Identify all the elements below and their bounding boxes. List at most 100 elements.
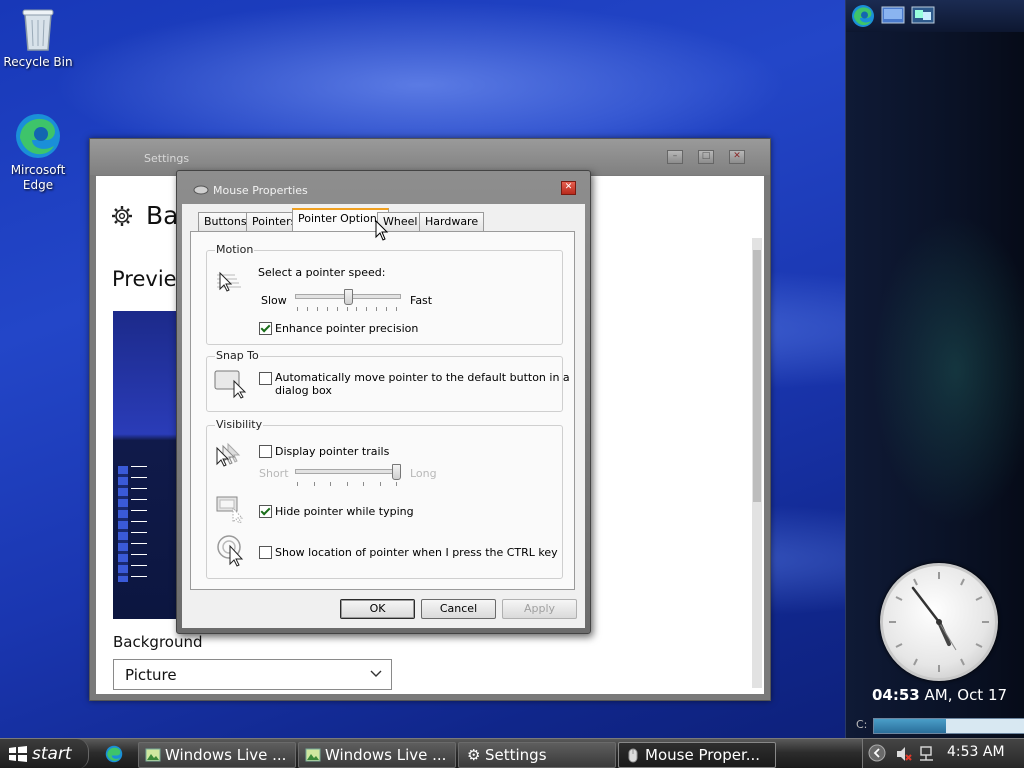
scrollbar-thumb[interactable]	[753, 250, 761, 502]
switch-windows-icon[interactable]	[911, 6, 935, 24]
taskbar-item-label: Windows Live ...	[165, 746, 287, 764]
volume-muted-icon[interactable]	[895, 745, 913, 763]
pointer-location-icon	[217, 535, 244, 567]
taskbar-clock[interactable]: 4:53 AM	[947, 744, 1005, 760]
maximize-button[interactable]: □	[698, 150, 714, 164]
slider-tick	[396, 307, 397, 311]
settings-window-title: Settings	[144, 152, 190, 165]
clock-time: 04:53	[872, 686, 920, 704]
windows-logo-icon	[9, 746, 27, 762]
mouse-icon	[193, 185, 209, 195]
analog-clock-gadget[interactable]	[880, 563, 998, 681]
speed-slow-label: Slow	[261, 294, 287, 307]
preview-heading: Previe	[112, 267, 177, 291]
enhance-precision-label: Enhance pointer precision	[275, 322, 419, 335]
pointer-speed-ticks	[297, 307, 397, 311]
network-icon[interactable]	[919, 746, 935, 762]
show-desktop-icon[interactable]	[881, 6, 905, 24]
slider-tick	[356, 307, 357, 311]
gear-icon: ⚙	[467, 746, 481, 764]
edge-icon[interactable]	[851, 4, 875, 28]
hide-pointer-checkbox[interactable]	[259, 505, 272, 518]
snap-to-group: Snap To Automatically move pointer to th…	[206, 349, 570, 412]
tab-buttons[interactable]: Buttons	[198, 212, 253, 231]
desktop-icon-recycle-bin[interactable]: Recycle Bin	[0, 6, 76, 70]
start-button[interactable]: start	[0, 739, 89, 768]
trail-length-ticks	[297, 482, 397, 486]
hide-pointer-label: Hide pointer while typing	[275, 505, 414, 518]
taskbar-item-windows-live-2[interactable]: Windows Live ...	[298, 742, 456, 768]
slider-tick	[363, 482, 364, 486]
visibility-group-label: Visibility	[215, 418, 264, 431]
pointer-options-panel: Motion Select a pointer speed: Slow Fast…	[190, 231, 575, 590]
hide-pointer-icon	[216, 496, 244, 524]
slider-tick	[297, 482, 298, 486]
drive-label: C:	[856, 718, 868, 731]
show-location-checkbox[interactable]	[259, 546, 272, 559]
slider-tick	[297, 307, 298, 311]
visibility-group: Visibility Display pointer trails Short …	[206, 418, 563, 579]
dialog-close-button[interactable]: ✕	[561, 181, 576, 195]
pointer-speed-prompt: Select a pointer speed:	[258, 266, 386, 279]
pointer-trails-label: Display pointer trails	[275, 445, 390, 458]
motion-group-label: Motion	[215, 243, 255, 256]
trails-short-label: Short	[259, 467, 289, 480]
pointer-trails-checkbox[interactable]	[259, 445, 272, 458]
enhance-precision-checkbox[interactable]	[259, 322, 272, 335]
clock-date: AM, Oct 17	[919, 686, 1008, 704]
system-tray: 4:53 AM	[862, 739, 1024, 768]
ok-button[interactable]: OK	[340, 599, 415, 619]
minimize-button[interactable]: –	[667, 150, 683, 164]
slider-tick	[314, 482, 315, 486]
windows-sidebar: 04:53 AM, Oct 17 C:	[845, 0, 1024, 738]
clock-face-icon	[889, 572, 989, 672]
dialog-body: Buttons Pointers Pointer Options Wheel H…	[182, 204, 585, 628]
clock-text: 04:53 AM, Oct 17	[872, 686, 1007, 704]
edge-quicklaunch-icon[interactable]	[105, 745, 123, 763]
start-label: start	[32, 744, 72, 764]
pointer-speed-icon	[217, 271, 241, 292]
chevron-left-icon[interactable]	[868, 744, 886, 762]
edge-icon	[16, 114, 60, 158]
drive-meter	[873, 718, 1024, 734]
trails-long-label: Long	[410, 467, 437, 480]
close-button[interactable]: ✕	[729, 150, 745, 164]
snap-to-label-line1: Automatically move pointer to the defaul…	[275, 371, 570, 384]
desktop-icon-edge[interactable]: Mircosoft Edge	[0, 112, 76, 193]
slider-tick	[396, 482, 397, 486]
trail-length-track[interactable]	[295, 469, 401, 474]
taskbar-item-mouse-properties[interactable]: Mouse Proper...	[618, 742, 776, 768]
mouse-cursor-icon	[375, 220, 389, 241]
slider-tick	[347, 482, 348, 486]
trail-length-slider-thumb[interactable]	[392, 464, 401, 480]
background-label: Background	[113, 633, 203, 651]
slider-tick	[327, 307, 328, 311]
taskbar-item-label: Settings	[485, 746, 547, 764]
apply-button[interactable]: Apply	[502, 599, 577, 619]
page-title: Ba	[146, 201, 179, 230]
cancel-button[interactable]: Cancel	[421, 599, 496, 619]
dialog-title: Mouse Properties	[213, 184, 308, 197]
motion-group: Motion Select a pointer speed: Slow Fast…	[206, 243, 563, 345]
slider-tick	[307, 307, 308, 311]
gear-icon	[112, 206, 132, 226]
photo-gallery-icon	[305, 748, 321, 762]
tab-hardware[interactable]: Hardware	[419, 212, 485, 231]
snap-to-checkbox[interactable]	[259, 372, 272, 385]
slider-tick	[330, 482, 331, 486]
snap-to-icon	[214, 370, 247, 399]
photo-gallery-icon	[145, 748, 161, 762]
preview-image	[113, 311, 179, 619]
taskbar-item-windows-live-1[interactable]: Windows Live ...	[138, 742, 296, 768]
slider-tick	[366, 307, 367, 311]
slider-tick	[347, 307, 348, 311]
pointer-trails-icon	[216, 442, 241, 467]
background-dropdown[interactable]: Picture	[113, 659, 392, 690]
taskbar: start Windows Live ... Windows Live ... …	[0, 738, 1024, 768]
show-location-label: Show location of pointer when I press th…	[275, 546, 558, 559]
slider-tick	[376, 307, 377, 311]
pointer-speed-slider-thumb[interactable]	[343, 289, 353, 305]
taskbar-item-settings[interactable]: ⚙ Settings	[458, 742, 616, 768]
desktop-icon-label: Mircosoft Edge	[10, 163, 66, 192]
settings-scrollbar[interactable]	[752, 238, 762, 688]
